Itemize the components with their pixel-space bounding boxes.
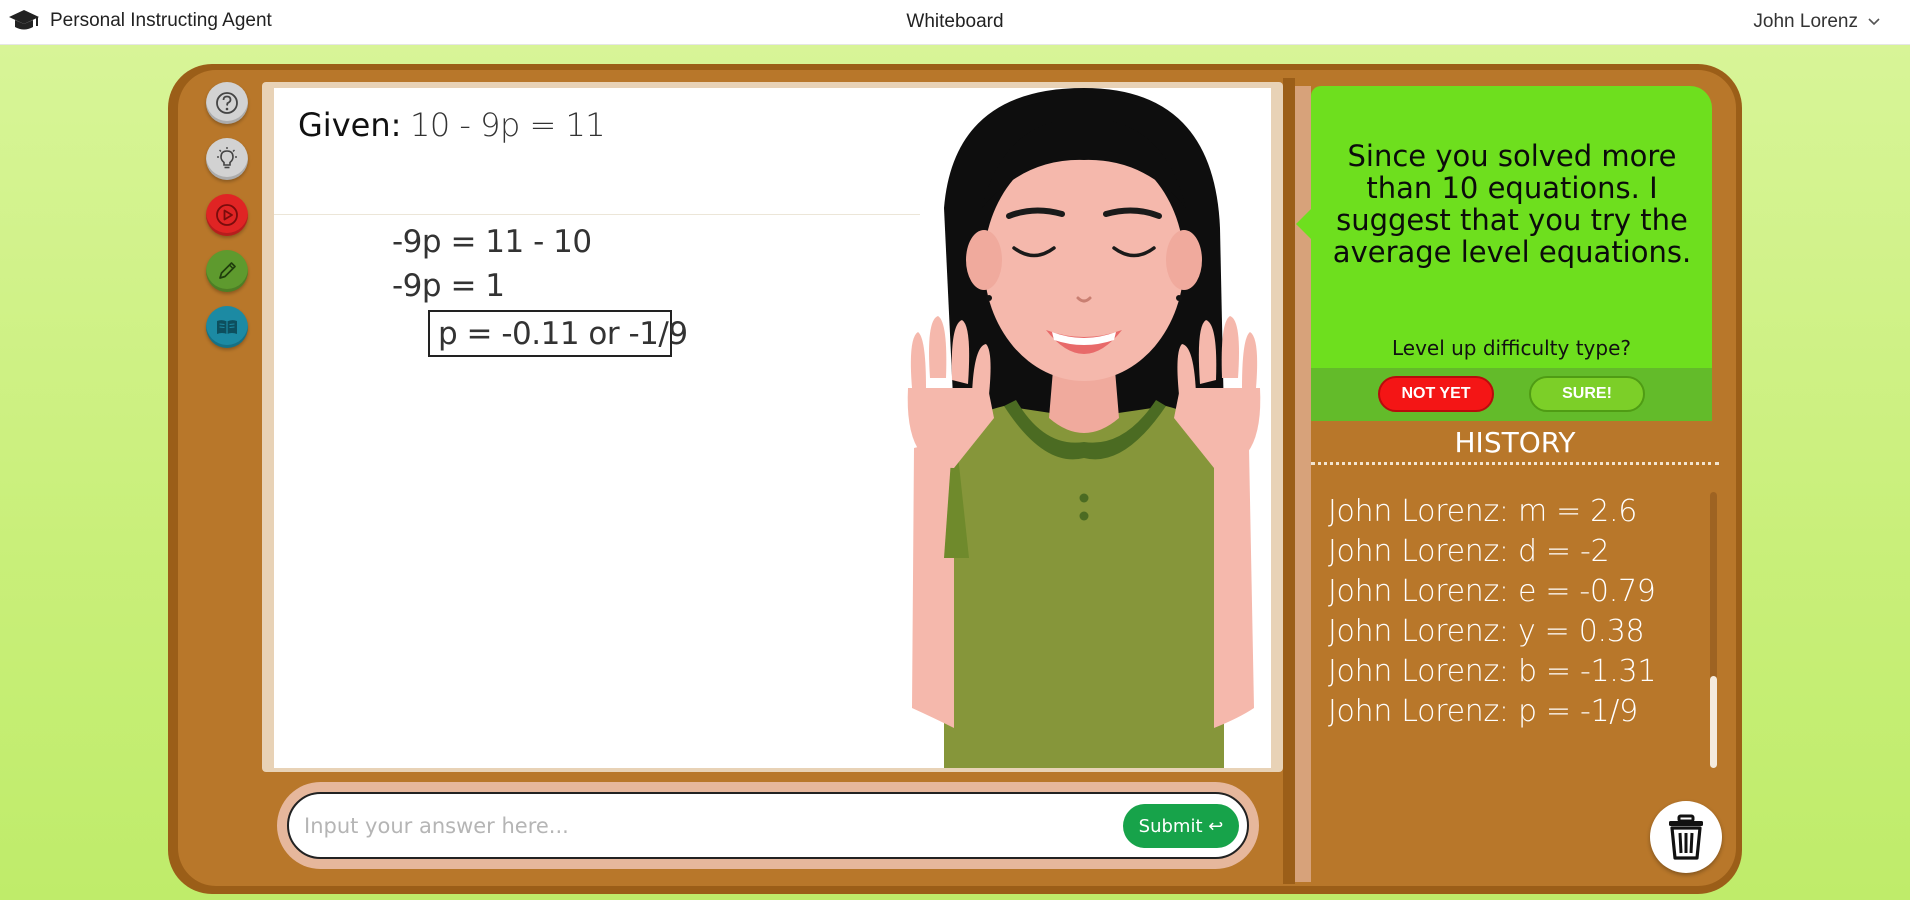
agent-question: Level up difficulty type? <box>1391 336 1632 360</box>
help-icon <box>216 92 238 114</box>
panel-strip <box>1295 86 1311 882</box>
help-button[interactable] <box>206 82 248 124</box>
history-item: John Lorenz: e = -0.79 <box>1328 574 1656 609</box>
teacher-avatar <box>907 88 1261 768</box>
draw-button[interactable] <box>206 250 248 292</box>
history-item: John Lorenz: p = -1/9 <box>1328 694 1638 729</box>
given-label: Given: <box>298 106 402 144</box>
bubble-pointer <box>1296 208 1312 240</box>
clear-history-button[interactable] <box>1650 801 1722 873</box>
history-title: HISTORY <box>1454 426 1576 459</box>
user-name: John Lorenz <box>1753 11 1858 32</box>
book-icon <box>217 320 237 334</box>
play-video-icon <box>216 204 238 226</box>
history-divider <box>1311 462 1719 465</box>
history-item: John Lorenz: b = -1.31 <box>1328 654 1657 689</box>
panel-separator <box>1283 78 1295 884</box>
history-scrollbar-thumb[interactable] <box>1710 676 1717 768</box>
app-brand[interactable]: Personal Instructing Agent <box>8 8 272 34</box>
history-item: John Lorenz: y = 0.38 <box>1328 614 1645 649</box>
given-equation: 10 - 9p = 11 <box>410 106 606 144</box>
final-answer-box: p = -0.11 or -1/9 <box>428 310 688 357</box>
user-menu[interactable]: John Lorenz <box>1753 11 1880 33</box>
submit-button[interactable]: Submit ↩ <box>1123 804 1239 848</box>
tool-column <box>206 82 248 348</box>
trash-icon <box>1669 814 1703 860</box>
pencil-icon <box>219 262 236 279</box>
history-item: John Lorenz: d = -2 <box>1328 534 1610 569</box>
sure-button[interactable]: SURE! <box>1529 376 1645 412</box>
solution-step: -9p = 1 <box>392 268 505 304</box>
top-bar: Personal Instructing Agent Whiteboard Jo… <box>0 0 1910 45</box>
video-button[interactable] <box>206 194 248 236</box>
whiteboard[interactable]: Given: 10 - 9p = 11 -9p = 11 - 10 -9p = … <box>274 88 1271 768</box>
chevron-down-icon <box>1868 18 1880 26</box>
history-list[interactable]: John Lorenz: m = 2.6 John Lorenz: d = -2… <box>1328 492 1698 732</box>
not-yet-button[interactable]: NOT YET <box>1378 376 1494 412</box>
lightbulb-icon <box>217 147 237 169</box>
solution-step: -9p = 11 - 10 <box>392 224 592 260</box>
hint-button[interactable] <box>206 138 248 180</box>
agent-message: Since you solved more than 10 equations.… <box>1332 139 1692 269</box>
final-answer: p = -0.11 or -1/9 <box>438 316 688 352</box>
whiteboard-divider <box>274 214 920 215</box>
history-item: John Lorenz: m = 2.6 <box>1328 494 1637 529</box>
graduation-cap-icon <box>9 10 39 30</box>
lessons-button[interactable] <box>206 306 248 348</box>
app-title: Personal Instructing Agent <box>50 10 272 31</box>
bubble-actions <box>1311 368 1712 421</box>
answer-input[interactable] <box>304 808 1104 844</box>
page-title: Whiteboard <box>906 11 1004 32</box>
